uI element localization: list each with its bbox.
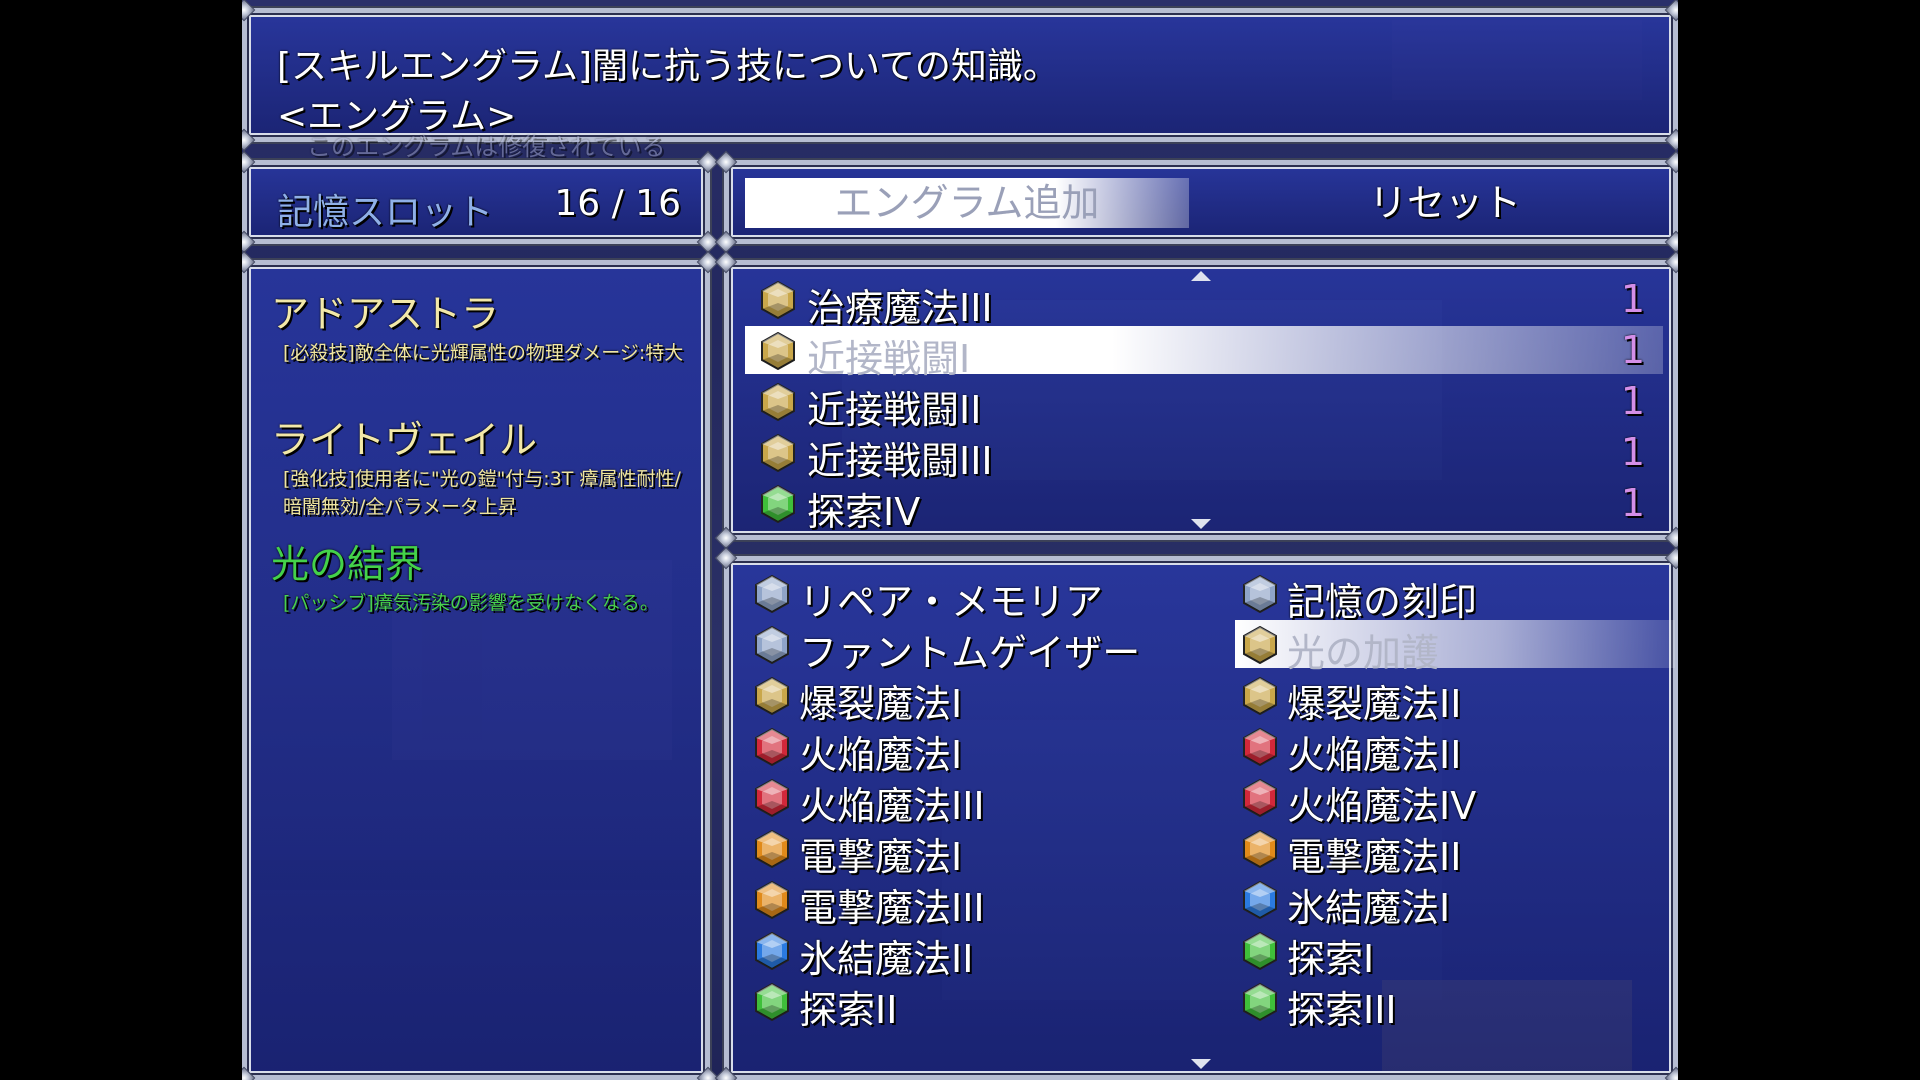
equipped-engram-row[interactable]: 治療魔法III 1 (745, 275, 1663, 330)
available-engram-item[interactable]: 記憶の刻印 (1235, 569, 1675, 624)
engram-cost: 1 (1620, 328, 1645, 372)
available-engram-list: リペア・メモリア 記憶の刻印ファントムゲイザー 光の加護爆裂魔法I 爆裂魔法II 火焔魔… (714, 546, 1678, 1080)
skill-description-window: アドアストラ [必殺技]敵全体に光輝属性の物理ダメージ:特大 ライトヴェイル [… (242, 250, 720, 1080)
equipped-engram-list: 治療魔法III 1 近接戦闘I 1 近接戦闘II 1 近接戦闘III 1 探索IV 1 (714, 250, 1678, 550)
gold-gem-icon (759, 280, 797, 320)
engram-name: 電撃魔法III (799, 886, 985, 930)
engram-name: 電撃魔法I (799, 835, 963, 879)
engram-name: 爆裂魔法II (1287, 682, 1462, 726)
engram-name: 探索I (1287, 937, 1375, 981)
engram-name: 治療魔法III (807, 286, 993, 330)
game-viewport: [スキルエングラム]闇に抗う技についての知識。 <エングラム> このエングラムは… (242, 0, 1678, 1080)
engram-name: 探索II (799, 988, 898, 1032)
available-engram-item[interactable]: 光の加護 (1235, 620, 1675, 675)
gold-gem-icon (759, 433, 797, 473)
available-engram-item[interactable]: 氷結魔法II (747, 926, 1187, 981)
gold-gem-icon (759, 331, 797, 371)
engram-name: ファントムゲイザー (799, 631, 1141, 675)
engram-name: リペア・メモリア (799, 580, 1104, 624)
memory-slot-label: 記憶スロット (277, 192, 494, 233)
available-engram-item[interactable]: 火焔魔法I (747, 722, 1187, 777)
silver-gem-icon (753, 625, 791, 665)
red-gem-icon (1241, 727, 1279, 767)
engram-name: 火焔魔法III (799, 784, 985, 828)
available-engram-item[interactable]: リペア・メモリア (747, 569, 1187, 624)
green-gem-icon (1241, 982, 1279, 1022)
green-gem-icon (753, 982, 791, 1022)
blue-gem-icon (753, 931, 791, 971)
engram-name: 電撃魔法II (1287, 835, 1462, 879)
skill-name: アドアストラ (271, 292, 500, 336)
available-engram-item[interactable]: 電撃魔法I (747, 824, 1187, 879)
skill-description: [強化技]使用者に"光の鎧"付与:3T 瘴属性耐性/暗闇無効/全パラメータ上昇 (283, 468, 681, 518)
engram-name: 氷結魔法II (799, 937, 974, 981)
green-gem-icon (1241, 931, 1279, 971)
engram-name: 光の加護 (1287, 631, 1440, 675)
available-engram-item[interactable]: 探索I (1235, 926, 1675, 981)
equipped-engram-row[interactable]: 近接戦闘I 1 (745, 326, 1663, 381)
available-engram-item[interactable]: 電撃魔法III (747, 875, 1187, 930)
available-engram-item[interactable]: 爆裂魔法I (747, 671, 1187, 726)
engram-name: 氷結魔法I (1287, 886, 1451, 930)
red-gem-icon (1241, 778, 1279, 818)
skill-description: [必殺技]敵全体に光輝属性の物理ダメージ:特大 (283, 342, 684, 364)
skill-name: 光の結界 (271, 542, 424, 586)
engram-cost: 1 (1620, 481, 1645, 525)
memory-slot-count: 16 / 16 (554, 183, 681, 224)
available-engram-item[interactable]: 探索II (747, 977, 1187, 1032)
memory-slot-window: 記憶スロット 16 / 16 (242, 150, 720, 254)
silver-gem-icon (1241, 574, 1279, 614)
gold-gem-icon (753, 676, 791, 716)
screen: [スキルエングラム]闇に抗う技についての知識。 <エングラム> このエングラムは… (0, 0, 1920, 1080)
orange-gem-icon (753, 880, 791, 920)
gold-gem-icon (759, 382, 797, 422)
equipped-engram-row[interactable]: 近接戦闘III 1 (745, 428, 1663, 483)
available-engram-item[interactable]: 火焔魔法II (1235, 722, 1675, 777)
orange-gem-icon (753, 829, 791, 869)
command-window: エングラム追加 リセット (714, 150, 1678, 254)
available-engram-item[interactable]: 爆裂魔法II (1235, 671, 1675, 726)
engram-name: 記憶の刻印 (1287, 580, 1478, 624)
engram-name: 火焔魔法IV (1287, 784, 1477, 828)
equipped-engram-row[interactable]: 近接戦闘II 1 (745, 377, 1663, 432)
engram-cost: 1 (1620, 379, 1645, 423)
red-gem-icon (753, 727, 791, 767)
engram-cost: 1 (1620, 430, 1645, 474)
add-engram-command[interactable]: エングラム追加 (745, 178, 1189, 228)
engram-name: 火焔魔法II (1287, 733, 1462, 777)
engram-name: 近接戦闘II (807, 388, 982, 432)
engram-name: 近接戦闘I (807, 337, 971, 381)
orange-gem-icon (1241, 829, 1279, 869)
scroll-down-arrow-icon[interactable] (1191, 1059, 1211, 1069)
help-description: [スキルエングラム]闇に抗う技についての知識。 (277, 46, 1059, 87)
skill-name: ライトヴェイル (271, 418, 538, 462)
engram-name: 火焔魔法I (799, 733, 963, 777)
engram-name: 探索IV (807, 490, 921, 534)
green-gem-icon (759, 484, 797, 524)
available-engram-item[interactable]: ファントムゲイザー (747, 620, 1187, 675)
help-window: [スキルエングラム]闇に抗う技についての知識。 <エングラム> このエングラムは… (242, 0, 1678, 161)
available-engram-item[interactable]: 火焔魔法III (747, 773, 1187, 828)
silver-gem-icon (753, 574, 791, 614)
reset-command[interactable]: リセット (1223, 178, 1667, 228)
engram-name: 爆裂魔法I (799, 682, 963, 726)
help-note: このエングラムは修復されている (307, 133, 666, 161)
scroll-down-arrow-icon[interactable] (1191, 519, 1211, 529)
available-engram-item[interactable]: 氷結魔法I (1235, 875, 1675, 930)
engram-name: 近接戦闘III (807, 439, 993, 483)
gold-gem-icon (1241, 676, 1279, 716)
engram-name: 探索III (1287, 988, 1397, 1032)
engram-cost: 1 (1620, 277, 1645, 321)
available-engram-item[interactable]: 火焔魔法IV (1235, 773, 1675, 828)
available-engram-item[interactable]: 電撃魔法II (1235, 824, 1675, 879)
blue-gem-icon (1241, 880, 1279, 920)
gold-gem-icon (1241, 625, 1279, 665)
red-gem-icon (753, 778, 791, 818)
skill-description: [パッシブ]瘴気汚染の影響を受けなくなる。 (283, 592, 659, 614)
available-engram-item[interactable]: 探索III (1235, 977, 1675, 1032)
